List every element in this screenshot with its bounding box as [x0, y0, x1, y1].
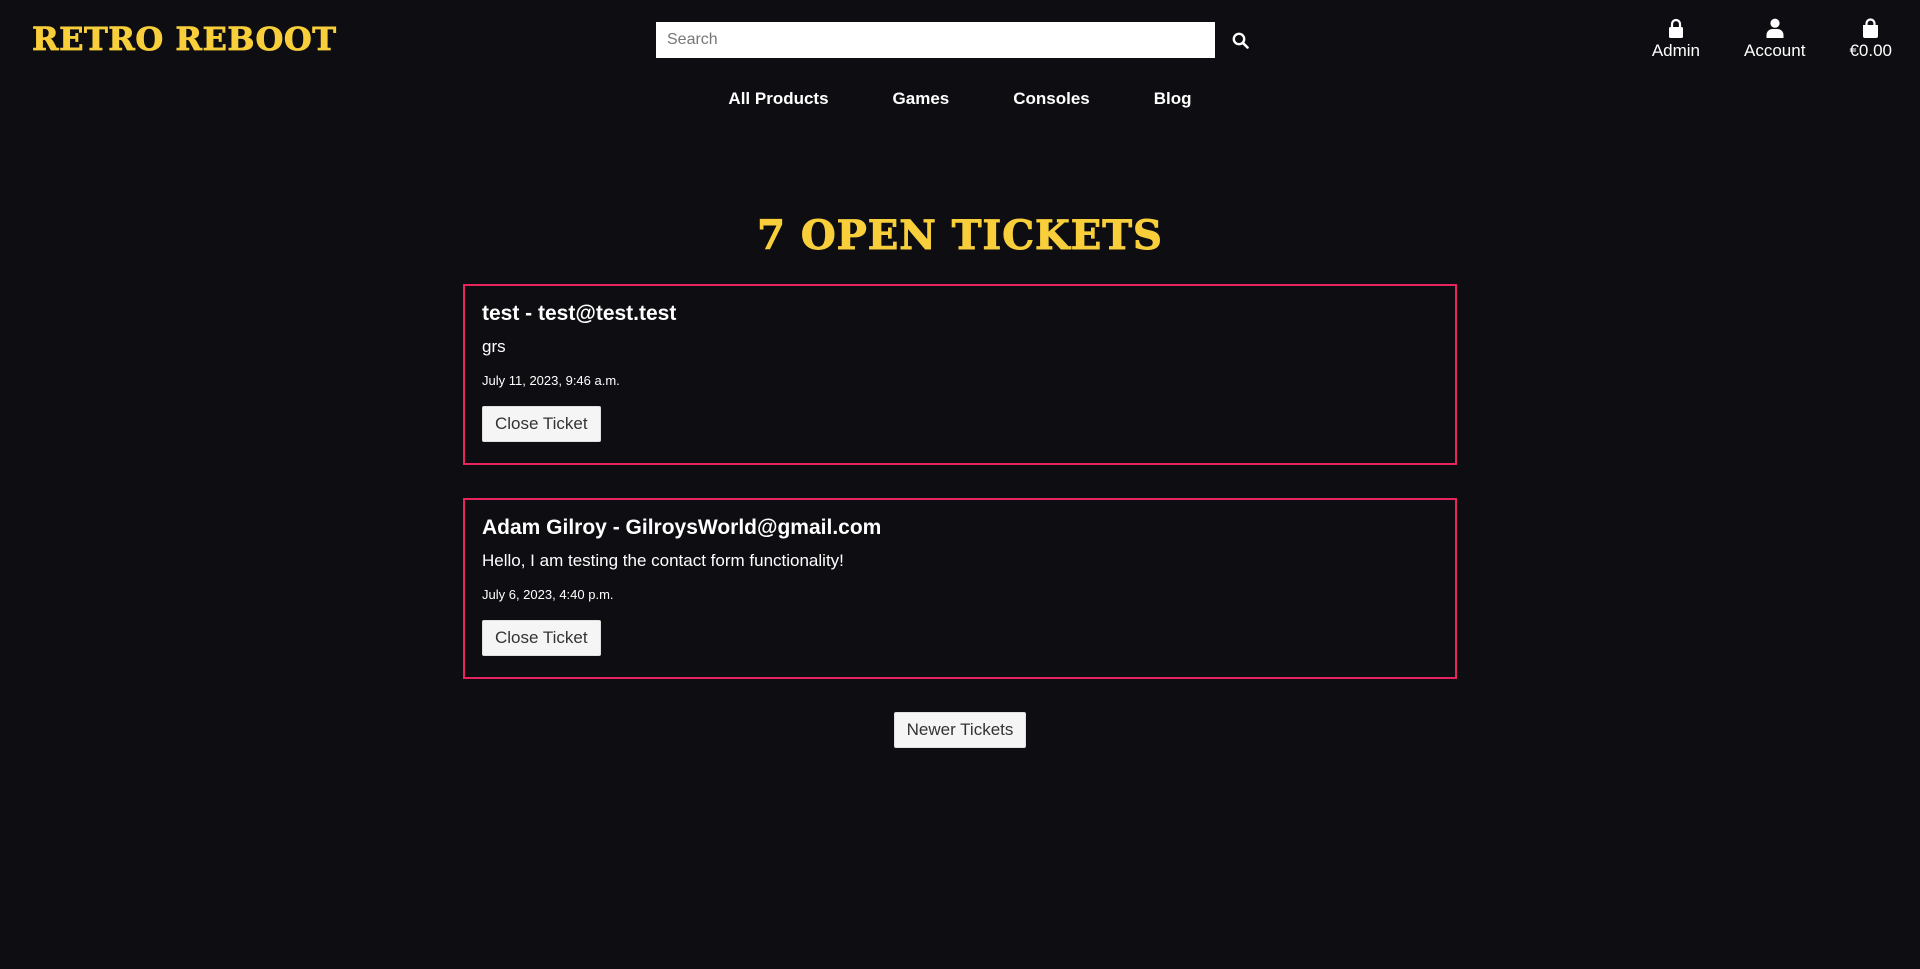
nav-blog[interactable]: Blog — [1122, 88, 1224, 110]
search-form — [656, 22, 1265, 58]
user-icon — [1766, 16, 1784, 38]
search-input[interactable] — [656, 22, 1215, 58]
newer-tickets-button[interactable]: Newer Tickets — [893, 712, 1027, 748]
admin-label: Admin — [1651, 41, 1701, 60]
cart-total: €0.00 — [1849, 41, 1892, 60]
search-icon — [1232, 32, 1249, 49]
ticket-card: Adam Gilroy - GilroysWorld@gmail.com Hel… — [463, 498, 1457, 679]
page-title: 7 OPEN TICKETS — [757, 212, 1163, 260]
account-link[interactable]: Account — [1744, 16, 1805, 61]
ticket-date: July 6, 2023, 4:40 p.m. — [482, 587, 614, 602]
header-actions: Admin Account €0.00 — [1652, 16, 1892, 61]
main-nav: All Products Games Consoles Blog — [0, 88, 1920, 110]
close-ticket-button[interactable]: Close Ticket — [482, 406, 601, 442]
nav-all-products[interactable]: All Products — [696, 88, 860, 110]
nav-consoles[interactable]: Consoles — [981, 88, 1122, 110]
close-ticket-button[interactable]: Close Ticket — [482, 620, 601, 656]
site-header: RETRO REBOOT Admin — [0, 0, 1920, 80]
ticket-header: test - test@test.test — [482, 302, 677, 325]
ticket-date: July 11, 2023, 9:46 a.m. — [482, 373, 620, 388]
ticket-message: grs — [482, 337, 506, 356]
search-button[interactable] — [1215, 22, 1265, 58]
ticket-message: Hello, I am testing the contact form fun… — [482, 551, 844, 570]
pagination: Newer Tickets — [0, 712, 1920, 748]
shopping-bag-icon — [1862, 16, 1879, 38]
account-label: Account — [1744, 41, 1806, 60]
ticket-card: test - test@test.test grs July 11, 2023,… — [463, 284, 1457, 465]
admin-link[interactable]: Admin — [1652, 16, 1700, 61]
nav-games[interactable]: Games — [861, 88, 982, 110]
site-logo[interactable]: RETRO REBOOT — [32, 20, 337, 59]
ticket-header: Adam Gilroy - GilroysWorld@gmail.com — [482, 516, 882, 539]
lock-icon — [1668, 16, 1684, 38]
cart-link[interactable]: €0.00 — [1849, 16, 1892, 61]
